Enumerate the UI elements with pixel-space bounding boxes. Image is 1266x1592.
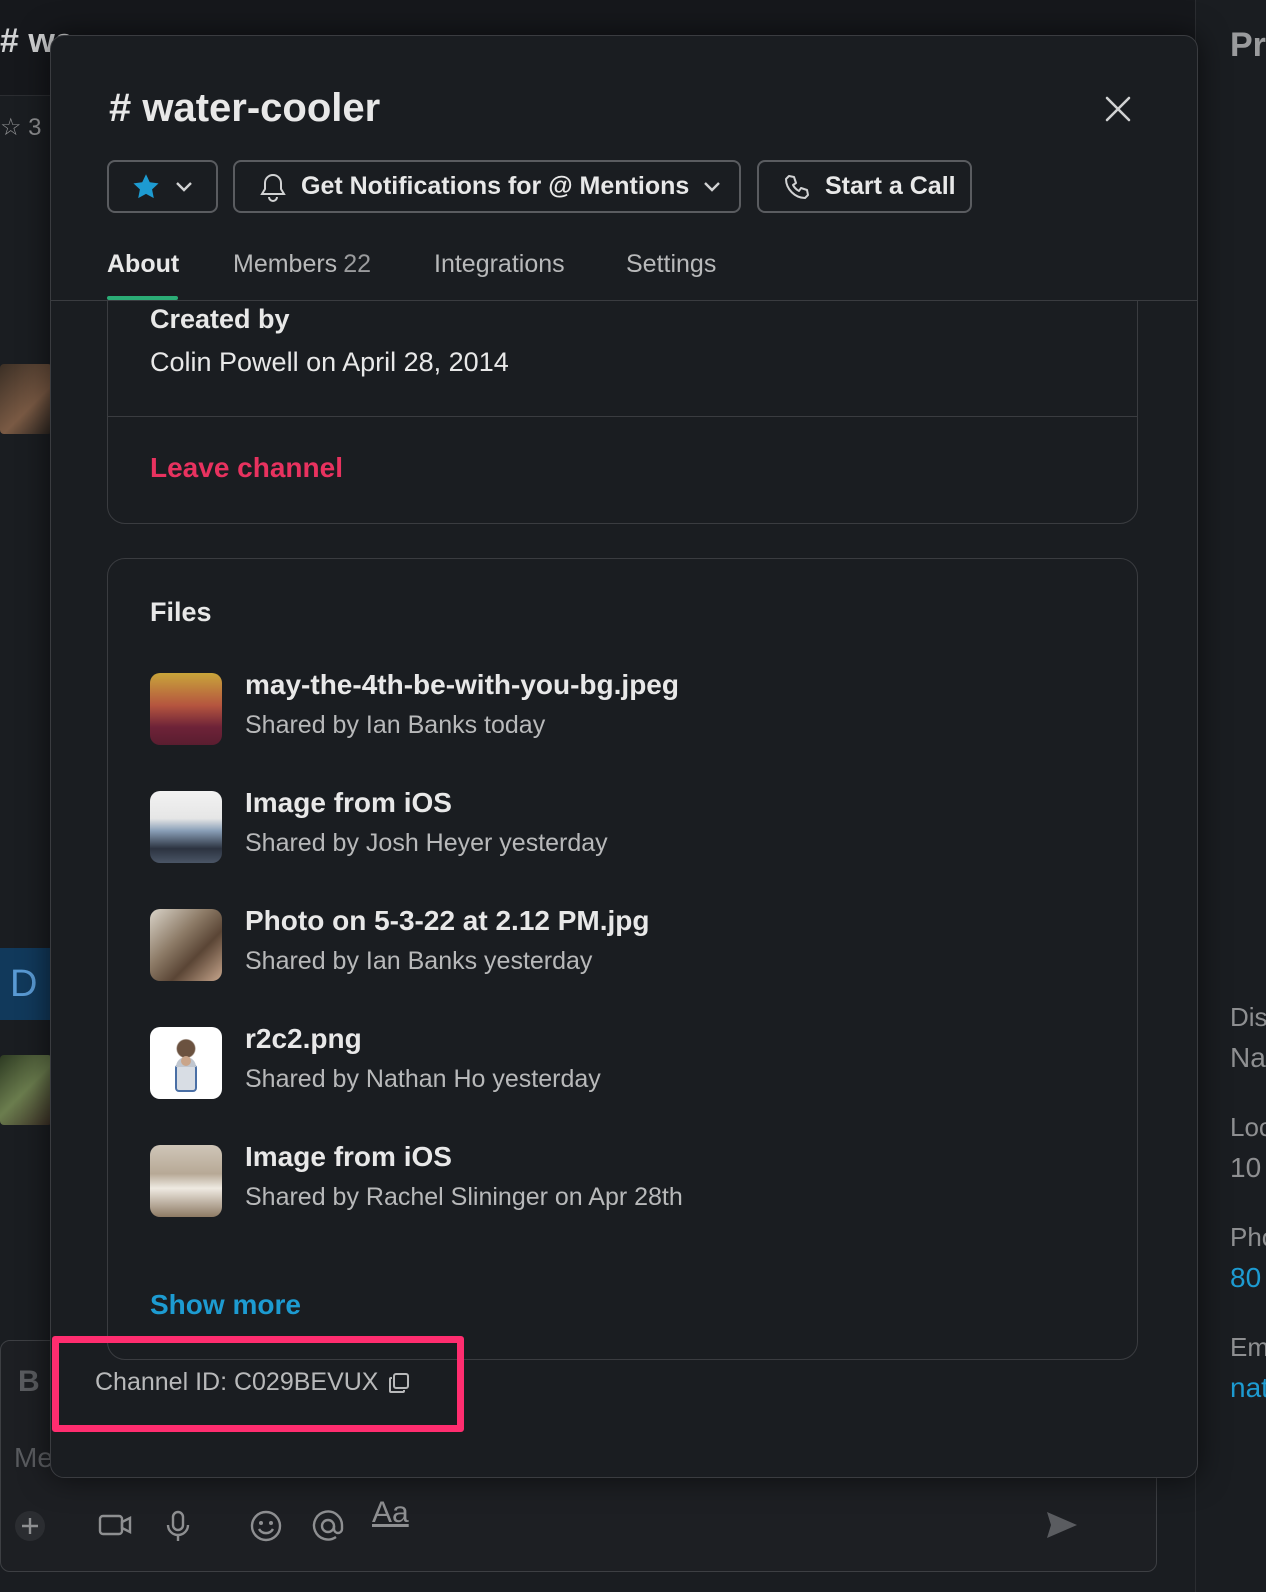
files-heading: Files [150,597,212,627]
profile-label: Dis [1230,1002,1266,1032]
bold-button[interactable]: B [18,1365,40,1399]
file-name: Image from iOS [245,787,452,818]
about-content[interactable]: Created by Colin Powell on April 28, 201… [51,301,1197,1477]
channel-id-text: Channel ID: C029BEVUX [95,1368,379,1396]
r2d2-image [175,1056,197,1092]
send-icon[interactable] [1045,1510,1079,1540]
about-card: Created by Colin Powell on April 28, 201… [107,301,1138,524]
file-thumbnail [150,909,222,981]
profile-value: Na [1230,1042,1266,1073]
file-thumbnail [150,791,222,863]
profile-label: Loc [1230,1112,1266,1142]
leave-channel-button[interactable]: Leave channel [150,452,343,484]
file-meta: Shared by Ian Banks yesterday [245,947,593,975]
tab-about[interactable]: About [107,250,179,279]
file-name: Photo on 5-3-22 at 2.12 PM.jpg [245,905,650,936]
file-thumbnail [150,1145,222,1217]
file-item[interactable]: Image from iOS Shared by Josh Heyer yest… [150,787,1050,865]
channel-stat-behind: ☆ 3 [0,114,42,141]
notifications-label: Get Notifications for @ Mentions [301,172,690,200]
profile-value[interactable]: 80 [1230,1262,1261,1294]
tab-settings[interactable]: Settings [626,250,716,279]
tab-members-label: Members [233,250,338,278]
file-meta: Shared by Josh Heyer yesterday [245,829,608,857]
tab-integrations[interactable]: Integrations [434,250,565,279]
video-icon[interactable] [98,1510,132,1540]
bell-icon [260,173,286,202]
active-tab-indicator [107,296,178,300]
file-name: may-the-4th-be-with-you-bg.jpeg [245,669,679,700]
file-meta: Shared by Nathan Ho yesterday [245,1065,601,1093]
start-call-label: Start a Call [825,172,956,200]
file-meta: Shared by Ian Banks today [245,711,546,739]
file-thumbnail [150,1027,222,1099]
star-button[interactable] [107,160,218,213]
microphone-icon[interactable] [164,1510,192,1542]
star-icon [133,173,159,198]
notifications-button[interactable]: Get Notifications for @ Mentions [233,160,741,213]
copy-icon[interactable] [388,1372,410,1394]
file-thumbnail [150,673,222,745]
avatar [0,364,52,434]
emoji-icon[interactable] [250,1510,282,1542]
created-by-value: Colin Powell on April 28, 2014 [150,347,509,377]
profile-value[interactable]: nat [1230,1372,1266,1404]
file-meta: Shared by Rachel Slininger on Apr 28th [245,1183,683,1211]
start-call-button[interactable]: Start a Call [757,160,972,213]
file-item[interactable]: Photo on 5-3-22 at 2.12 PM.jpg Shared by… [150,905,1050,983]
member-count: 22 [343,250,371,278]
tab-bar: About Members 22 Integrations Settings [51,236,1197,301]
profile-value: 10 [1230,1152,1262,1183]
channel-id: Channel ID: C029BEVUX [95,1368,410,1397]
files-card: Files may-the-4th-be-with-you-bg.jpeg Sh… [107,558,1138,1360]
chevron-down-icon [704,181,721,192]
close-icon[interactable] [1103,94,1133,124]
mention-icon[interactable] [312,1510,344,1542]
divider [108,416,1137,417]
message-input[interactable]: Me [14,1442,53,1474]
formatting-button[interactable]: Aa [372,1496,409,1530]
file-name: r2c2.png [245,1023,362,1054]
created-by-label: Created by [150,304,290,334]
channel-details-modal: # water-cooler Get Notifications for @ M… [50,35,1198,1478]
show-more-link[interactable]: Show more [150,1289,301,1321]
file-item[interactable]: may-the-4th-be-with-you-bg.jpeg Shared b… [150,669,1050,747]
avatar [0,1055,52,1125]
file-item[interactable]: Image from iOS Shared by Rachel Slininge… [150,1141,1050,1219]
phone-icon [785,174,809,199]
tab-members[interactable]: Members 22 [233,250,371,279]
page-title: # water-cooler [109,86,381,130]
file-item[interactable]: r2c2.png Shared by Nathan Ho yesterday [150,1023,1050,1101]
profile-label: Em [1230,1332,1266,1362]
profile-panel-title: Pr [1230,26,1266,64]
plus-icon[interactable] [14,1510,46,1542]
avatar: D [0,948,50,1020]
chevron-down-icon [176,181,192,192]
profile-label: Pho [1230,1222,1266,1252]
file-name: Image from iOS [245,1141,452,1172]
